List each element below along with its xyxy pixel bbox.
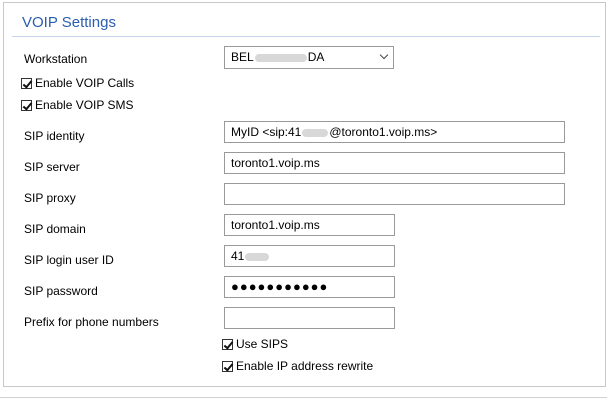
sip-identity-value-start: MyID <sip:41 [231,125,302,139]
sip-domain-field[interactable]: toronto1.voip.ms [224,214,395,236]
sip-password-label: SIP password [24,284,98,298]
sip-login-field[interactable]: 41 [224,245,395,267]
workstation-value-end: DA [307,50,325,64]
sip-login-label: SIP login user ID [24,253,114,267]
redacted-mask [245,252,270,261]
sip-proxy-field[interactable] [224,183,565,205]
enable-voip-calls-checkbox[interactable] [21,77,33,89]
page-title: VOIP Settings [22,14,116,31]
redacted-mask [302,128,329,137]
title-divider [12,36,600,37]
sip-identity-value-end: @toronto1.voip.ms> [329,125,438,139]
prefix-field[interactable] [224,307,395,329]
voip-settings-panel: VOIP Settings Workstation BEL DA Enable V… [3,2,606,387]
ip-rewrite-row[interactable]: Enable IP address rewrite [222,359,373,373]
footer-divider [0,397,607,398]
use-sips-checkbox[interactable] [222,338,234,350]
enable-voip-calls-label: Enable VOIP Calls [35,76,135,90]
workstation-select[interactable]: BEL DA [224,46,394,69]
sip-domain-label: SIP domain [24,222,86,236]
enable-voip-sms-label: Enable VOIP SMS [35,98,134,112]
ip-rewrite-checkbox[interactable] [222,360,234,372]
sip-server-label: SIP server [24,160,80,174]
check-icon [22,99,33,111]
workstation-label: Workstation [24,52,88,66]
enable-voip-calls-row[interactable]: Enable VOIP Calls [21,76,134,90]
sip-login-value-start: 41 [231,249,245,263]
chevron-down-icon[interactable] [379,50,389,60]
sip-identity-field[interactable]: MyID <sip:41 @toronto1.voip.ms> [224,121,565,143]
check-icon [223,338,234,350]
ip-rewrite-label: Enable IP address rewrite [236,359,374,373]
sip-identity-label: SIP identity [24,129,85,143]
sip-proxy-label: SIP proxy [24,191,76,205]
prefix-label: Prefix for phone numbers [24,315,159,329]
sip-server-field[interactable]: toronto1.voip.ms [224,152,565,174]
use-sips-label: Use SIPS [236,337,289,351]
check-icon [22,77,33,89]
enable-voip-sms-checkbox[interactable] [21,99,33,111]
workstation-value-start: BEL [231,50,254,64]
sip-password-field[interactable]: ●●●●●●●●●●● [224,276,395,298]
redacted-mask [254,53,307,62]
check-icon [223,360,234,372]
enable-voip-sms-row[interactable]: Enable VOIP SMS [21,98,134,112]
use-sips-row[interactable]: Use SIPS [222,337,288,351]
